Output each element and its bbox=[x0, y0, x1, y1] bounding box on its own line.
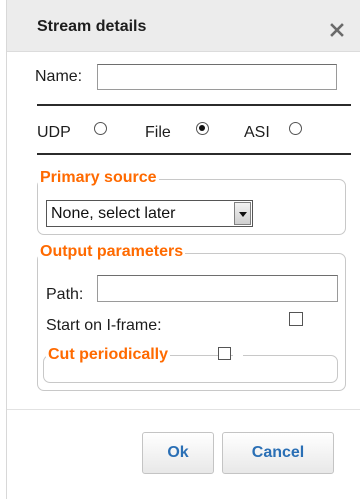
radio-label-asi: ASI bbox=[244, 124, 270, 141]
close-icon[interactable] bbox=[330, 23, 344, 37]
start-on-iframe-checkbox[interactable] bbox=[289, 312, 303, 326]
cancel-button[interactable]: Cancel bbox=[222, 432, 334, 474]
path-input[interactable] bbox=[97, 275, 338, 302]
chevron-down-icon[interactable] bbox=[234, 202, 251, 225]
primary-source-legend: Primary source bbox=[38, 169, 159, 187]
footer-divider bbox=[7, 409, 360, 410]
name-input[interactable] bbox=[97, 64, 337, 90]
radio-label-udp: UDP bbox=[37, 124, 71, 141]
dialog-title: Stream details bbox=[37, 18, 147, 35]
ok-button[interactable]: Ok bbox=[142, 432, 214, 474]
dialog-titlebar: Stream details bbox=[7, 0, 360, 52]
name-label: Name: bbox=[35, 68, 83, 85]
legend-gap bbox=[233, 348, 243, 360]
output-parameters-legend: Output parameters bbox=[38, 243, 186, 261]
radio-file[interactable] bbox=[196, 122, 209, 135]
divider bbox=[37, 153, 351, 155]
radio-label-file: File bbox=[145, 124, 171, 141]
close-x-icon bbox=[330, 23, 344, 37]
stream-details-dialog: Stream details Name: UDP File ASI Primar… bbox=[6, 0, 360, 499]
primary-source-select[interactable]: None, select later bbox=[46, 200, 253, 227]
path-label: Path: bbox=[46, 286, 84, 303]
radio-udp[interactable] bbox=[94, 122, 107, 135]
divider bbox=[37, 104, 351, 106]
start-on-iframe-label: Start on I-frame: bbox=[46, 317, 162, 334]
cut-periodically-legend: Cut periodically bbox=[46, 346, 171, 364]
radio-asi[interactable] bbox=[289, 122, 302, 135]
cut-periodically-checkbox[interactable] bbox=[218, 347, 231, 360]
primary-source-selected: None, select later bbox=[51, 205, 176, 222]
